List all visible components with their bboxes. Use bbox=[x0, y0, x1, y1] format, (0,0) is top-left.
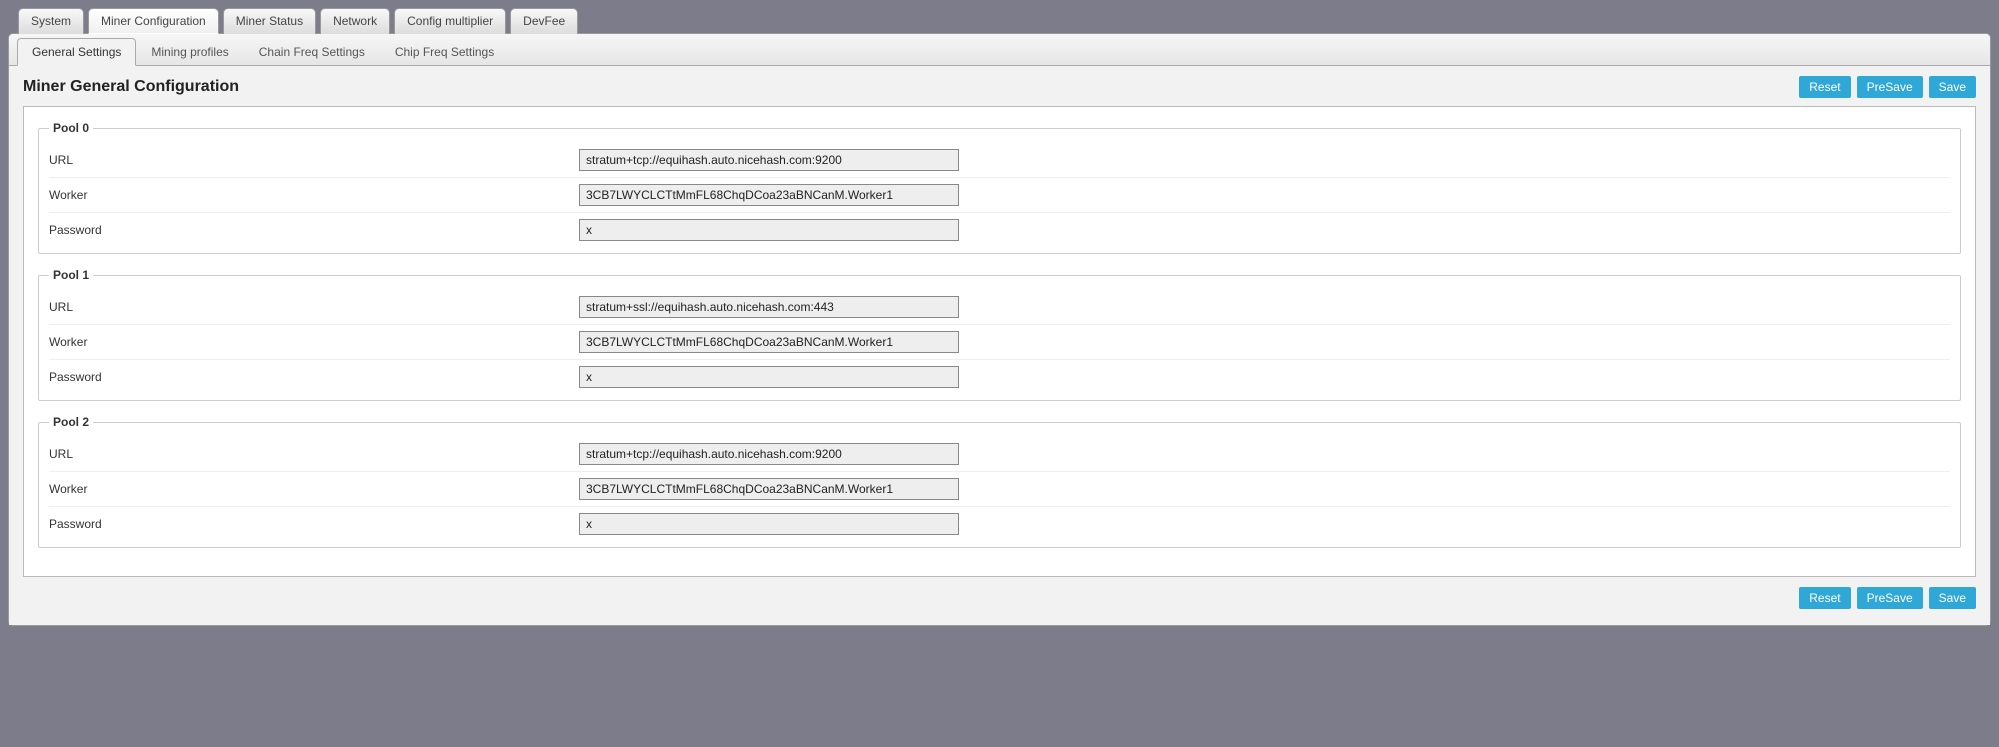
url-label: URL bbox=[49, 300, 579, 314]
pool-2-fieldset: Pool 2 URL Worker Password bbox=[38, 415, 1961, 548]
tab-miner-status[interactable]: Miner Status bbox=[223, 8, 316, 34]
form-wrapper: Pool 0 URL Worker Password Pool 1 URL bbox=[23, 106, 1976, 577]
password-label: Password bbox=[49, 223, 579, 237]
pool-1-fieldset: Pool 1 URL Worker Password bbox=[38, 268, 1961, 401]
presave-button-top[interactable]: PreSave bbox=[1857, 76, 1923, 98]
pool-1-worker-input[interactable] bbox=[579, 331, 959, 353]
pool-1-legend: Pool 1 bbox=[49, 268, 93, 282]
tab-network[interactable]: Network bbox=[320, 8, 390, 34]
password-label: Password bbox=[49, 517, 579, 531]
tab-devfee[interactable]: DevFee bbox=[510, 8, 578, 34]
pool-2-legend: Pool 2 bbox=[49, 415, 93, 429]
worker-label: Worker bbox=[49, 188, 579, 202]
page-title: Miner General Configuration bbox=[23, 78, 239, 96]
title-row: Miner General Configuration Reset PreSav… bbox=[23, 76, 1976, 98]
reset-button-top[interactable]: Reset bbox=[1799, 76, 1850, 98]
pool-2-worker-row: Worker bbox=[49, 472, 1950, 507]
url-label: URL bbox=[49, 153, 579, 167]
subtab-chain-freq-settings[interactable]: Chain Freq Settings bbox=[244, 38, 380, 66]
password-label: Password bbox=[49, 370, 579, 384]
pool-2-url-input[interactable] bbox=[579, 443, 959, 465]
subtab-mining-profiles[interactable]: Mining profiles bbox=[136, 38, 243, 66]
main-tab-bar: System Miner Configuration Miner Status … bbox=[8, 8, 1991, 34]
tab-system[interactable]: System bbox=[18, 8, 84, 34]
pool-2-worker-input[interactable] bbox=[579, 478, 959, 500]
pool-2-url-row: URL bbox=[49, 437, 1950, 472]
sub-tab-bar: General Settings Mining profiles Chain F… bbox=[9, 34, 1990, 66]
pool-0-password-input[interactable] bbox=[579, 219, 959, 241]
worker-label: Worker bbox=[49, 335, 579, 349]
top-button-group: Reset PreSave Save bbox=[1799, 76, 1976, 98]
pool-1-url-input[interactable] bbox=[579, 296, 959, 318]
pool-0-password-row: Password bbox=[49, 213, 1950, 247]
pool-2-password-row: Password bbox=[49, 507, 1950, 541]
subtab-chip-freq-settings[interactable]: Chip Freq Settings bbox=[380, 38, 509, 66]
subtab-general-settings[interactable]: General Settings bbox=[17, 38, 136, 66]
save-button-top[interactable]: Save bbox=[1929, 76, 1976, 98]
pool-0-worker-input[interactable] bbox=[579, 184, 959, 206]
pool-0-legend: Pool 0 bbox=[49, 121, 93, 135]
pool-1-password-input[interactable] bbox=[579, 366, 959, 388]
reset-button-bottom[interactable]: Reset bbox=[1799, 587, 1850, 609]
pool-0-fieldset: Pool 0 URL Worker Password bbox=[38, 121, 1961, 254]
content-area: Miner General Configuration Reset PreSav… bbox=[9, 66, 1990, 625]
main-panel: General Settings Mining profiles Chain F… bbox=[8, 33, 1991, 626]
pool-1-worker-row: Worker bbox=[49, 325, 1950, 360]
pool-1-password-row: Password bbox=[49, 360, 1950, 394]
url-label: URL bbox=[49, 447, 579, 461]
tab-miner-configuration[interactable]: Miner Configuration bbox=[88, 8, 219, 34]
tab-config-multiplier[interactable]: Config multiplier bbox=[394, 8, 506, 34]
worker-label: Worker bbox=[49, 482, 579, 496]
save-button-bottom[interactable]: Save bbox=[1929, 587, 1976, 609]
pool-0-worker-row: Worker bbox=[49, 178, 1950, 213]
pool-0-url-row: URL bbox=[49, 143, 1950, 178]
presave-button-bottom[interactable]: PreSave bbox=[1857, 587, 1923, 609]
pool-0-url-input[interactable] bbox=[579, 149, 959, 171]
bottom-button-group: Reset PreSave Save bbox=[23, 587, 1976, 609]
pool-1-url-row: URL bbox=[49, 290, 1950, 325]
pool-2-password-input[interactable] bbox=[579, 513, 959, 535]
